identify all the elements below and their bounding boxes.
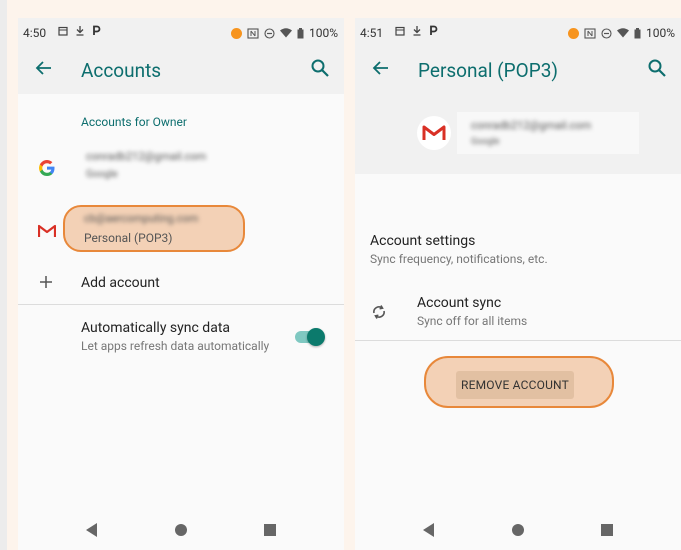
remove-account-button[interactable]: REMOVE ACCOUNT — [456, 371, 574, 399]
google-icon — [39, 160, 55, 176]
account-sync-title: Account sync — [417, 295, 502, 311]
sync-icon — [373, 305, 385, 319]
calendar-icon — [58, 26, 68, 36]
download-icon — [76, 26, 84, 36]
account-settings-subtitle: Sync frequency, notifications, etc. — [370, 252, 548, 266]
battery-level: 100% — [645, 26, 675, 40]
account-type: Google — [86, 169, 118, 180]
wifi-icon — [616, 28, 629, 38]
nav-home-icon[interactable] — [175, 524, 187, 536]
wifi-icon — [279, 28, 292, 38]
battery-icon — [634, 27, 641, 38]
notification-dot-icon — [567, 27, 579, 39]
nav-bar — [355, 512, 681, 550]
account-type: Personal (POP3) — [84, 231, 173, 245]
auto-sync-subtitle: Let apps refresh data automatically — [81, 339, 270, 353]
nav-bar — [18, 512, 344, 550]
divider — [355, 340, 681, 341]
p-app-icon — [430, 25, 438, 35]
status-time: 4:50 — [23, 26, 47, 40]
nav-back-icon[interactable] — [86, 523, 97, 537]
gmail-icon — [38, 224, 56, 237]
status-bar: 4:50 100% — [18, 18, 344, 48]
page-title: Accounts — [81, 59, 162, 82]
nav-recents-icon[interactable] — [264, 524, 276, 536]
search-icon[interactable] — [310, 58, 330, 78]
header-email: conradb212@gmail.com — [471, 119, 592, 132]
search-icon[interactable] — [647, 58, 667, 78]
left-edge-strip — [0, 0, 7, 550]
divider — [18, 304, 344, 305]
nfc-icon — [247, 27, 259, 39]
account-email: conradb212@gmail.com — [86, 150, 207, 163]
section-header: Accounts for Owner — [81, 115, 187, 129]
accounts-screen: 4:50 100% Accounts Accounts for Owner co… — [18, 18, 344, 550]
battery-level: 100% — [308, 26, 338, 40]
download-icon — [413, 26, 421, 36]
header-provider: Google — [471, 137, 500, 147]
gmail-avatar — [417, 116, 451, 150]
back-arrow-icon[interactable] — [34, 58, 54, 78]
account-email: cb@aercomputing.com — [84, 212, 199, 225]
app-bar: Accounts — [18, 48, 344, 94]
gmail-icon — [422, 125, 446, 140]
add-account-label: Add account — [81, 275, 160, 291]
account-sync-subtitle: Sync off for all items — [417, 314, 528, 328]
back-arrow-icon[interactable] — [371, 58, 391, 78]
plus-icon — [40, 276, 52, 288]
nav-recents-icon[interactable] — [601, 524, 613, 536]
p-app-icon — [93, 25, 101, 35]
app-bar: Personal (POP3) — [355, 48, 681, 94]
dnd-icon — [601, 27, 612, 39]
status-bar: 4:51 100% — [355, 18, 681, 48]
dnd-icon — [264, 27, 275, 39]
notification-dot-icon — [230, 27, 242, 39]
nfc-icon — [584, 27, 596, 39]
page-title: Personal (POP3) — [418, 59, 559, 82]
account-settings-title: Account settings — [370, 233, 476, 249]
nav-home-icon[interactable] — [512, 524, 524, 536]
auto-sync-title: Automatically sync data — [81, 320, 231, 336]
account-detail-screen: 4:51 100% Personal (POP3) conradb212@gma… — [355, 18, 681, 550]
status-time: 4:51 — [360, 26, 384, 40]
calendar-icon — [395, 26, 405, 36]
battery-icon — [297, 27, 304, 38]
account-header: conradb212@gmail.com Google — [355, 94, 681, 174]
nav-back-icon[interactable] — [423, 523, 434, 537]
